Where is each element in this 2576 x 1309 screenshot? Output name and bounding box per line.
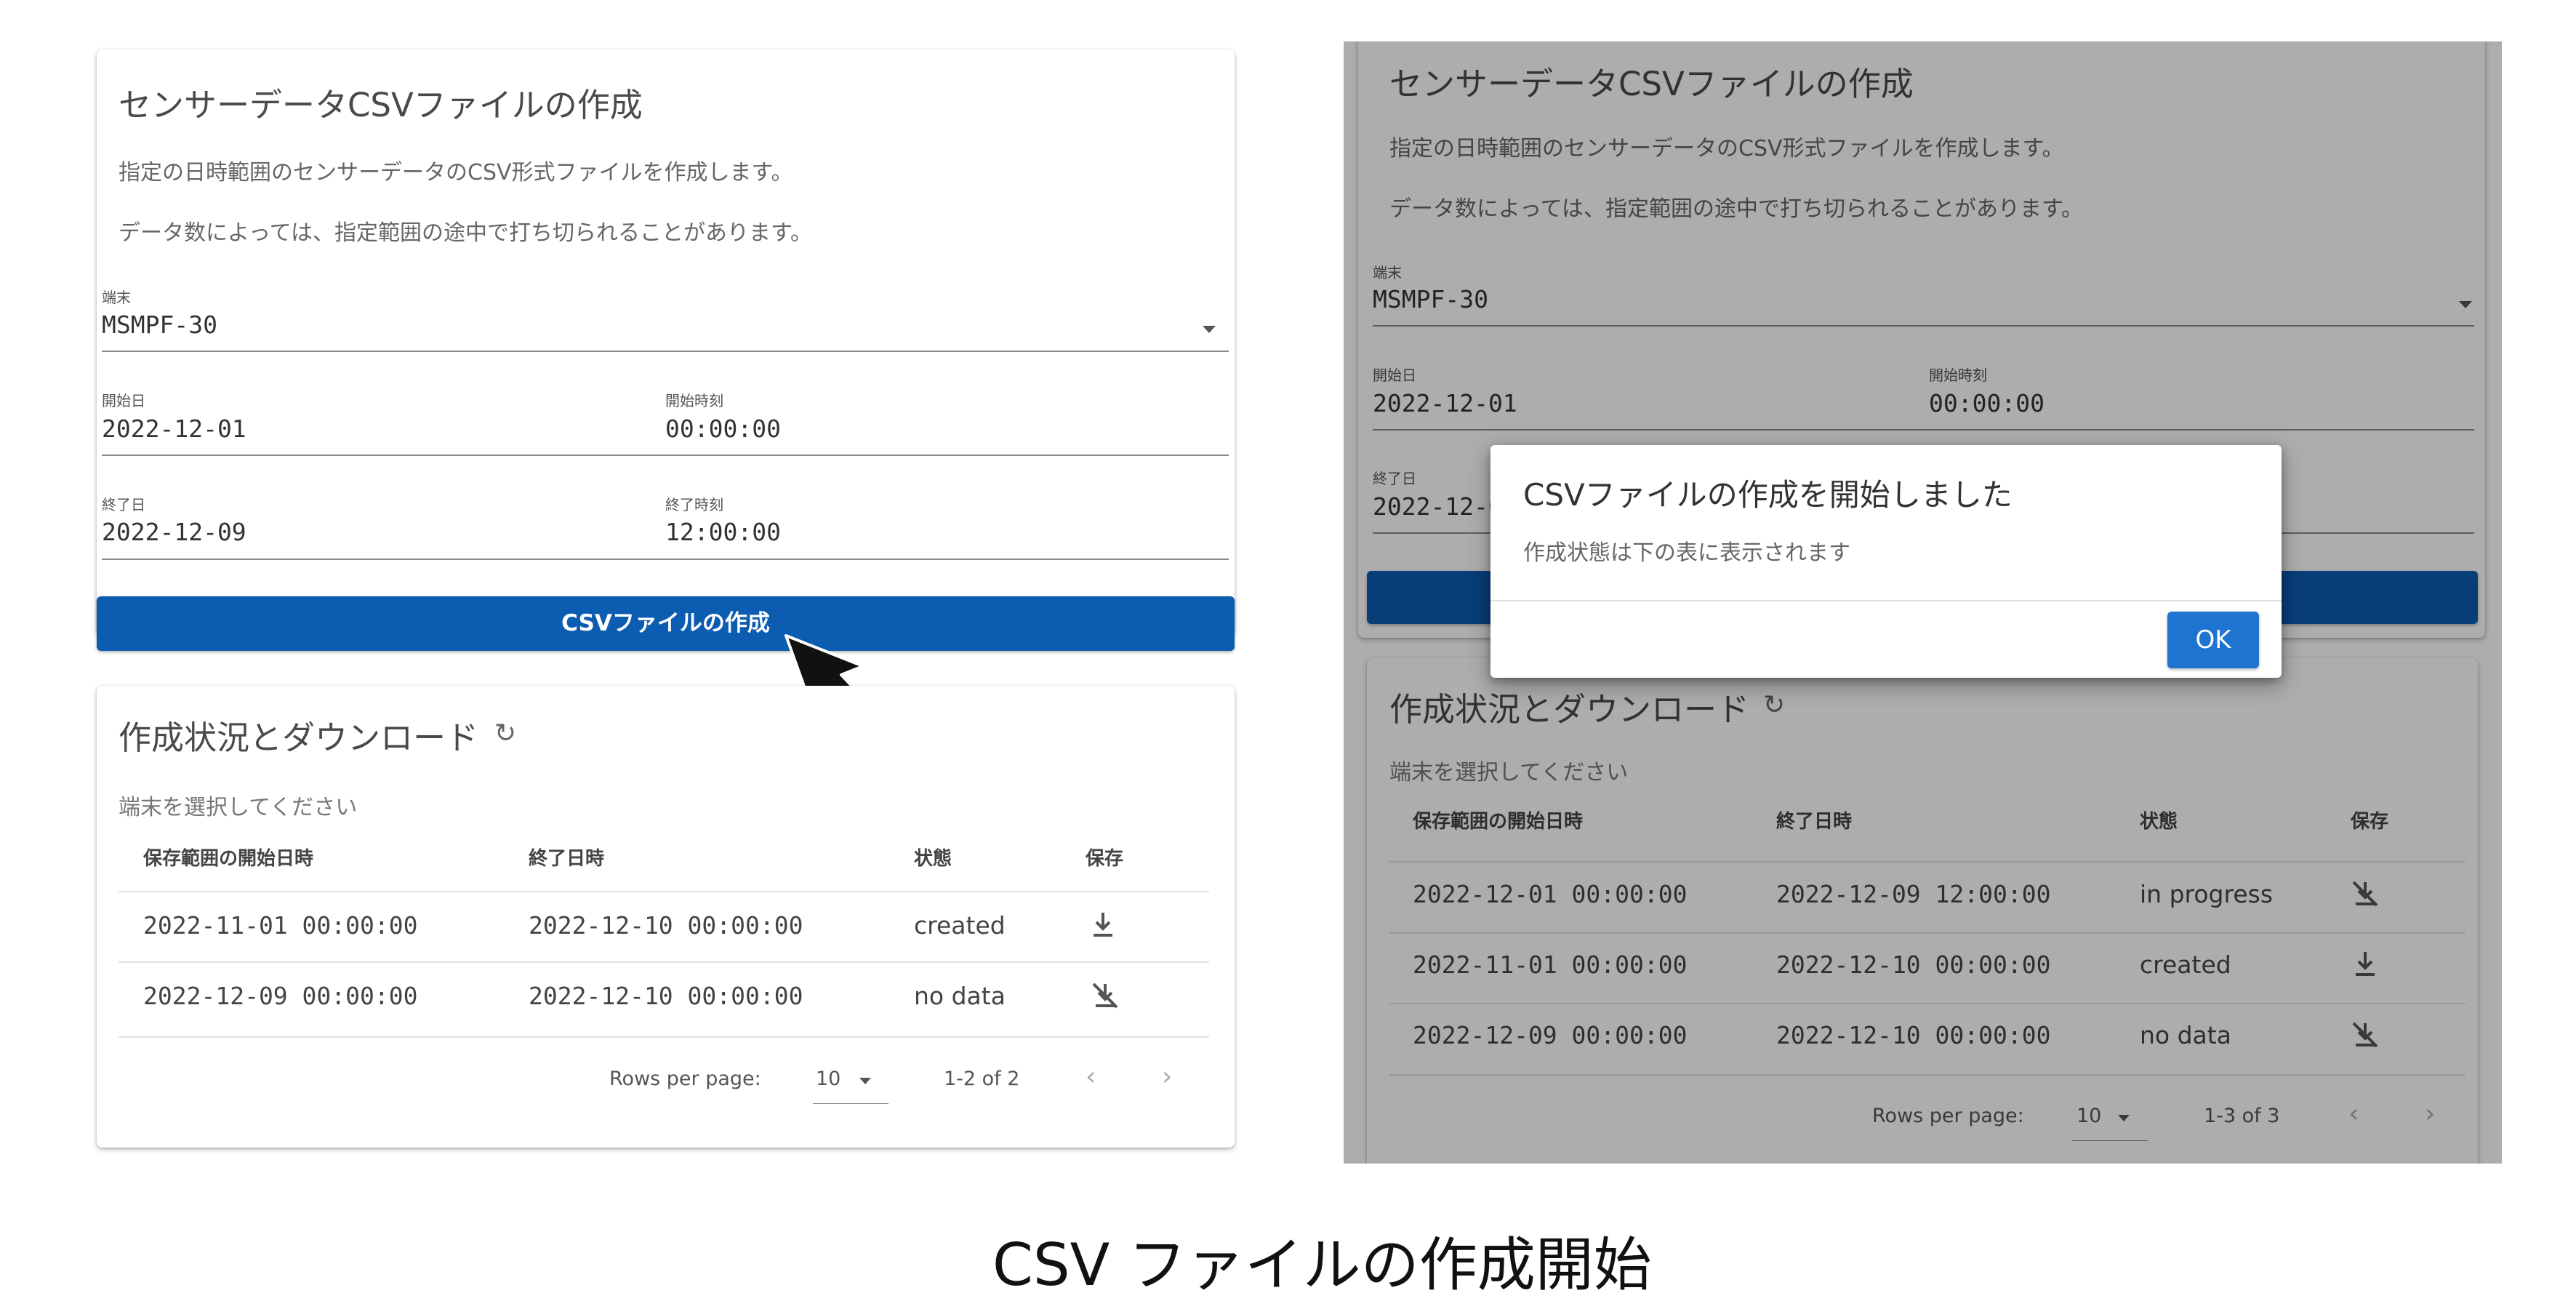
right-panel: センサーデータCSVファイルの作成 指定の日時範囲のセンサーデータのCSV形式フ… — [1344, 41, 2502, 1164]
start-date-field[interactable]: 2022-12-01 — [102, 415, 246, 443]
download-icon[interactable] — [1091, 910, 1115, 940]
start-date-label: 開始日 — [102, 392, 145, 409]
rows-per-page-select[interactable]: 10 — [816, 1068, 840, 1090]
header-divider — [119, 891, 1209, 892]
left-panel: センサーデータCSVファイルの作成 指定の日時範囲のセンサーデータのCSV形式フ… — [0, 0, 1280, 1178]
end-date-field[interactable]: 2022-12-09 — [102, 518, 246, 546]
device-select-underline — [102, 351, 1229, 352]
end-time-field[interactable]: 12:00:00 — [665, 518, 781, 546]
start-time-field[interactable]: 00:00:00 — [665, 415, 781, 443]
row1-start: 2022-11-01 00:00:00 — [143, 911, 418, 940]
next-page-icon[interactable]: › — [1162, 1062, 1172, 1092]
form-desc-1: 指定の日時範囲のセンサーデータのCSV形式ファイルを作成します。 — [119, 160, 793, 185]
figure-caption: CSV ファイルの作成開始 — [992, 1231, 1652, 1299]
row1-divider — [119, 961, 1209, 963]
rows-per-page-label: Rows per page: — [609, 1068, 761, 1090]
col-header-start: 保存範囲の開始日時 — [143, 848, 314, 870]
status-title: 作成状況とダウンロード — [119, 718, 479, 757]
rows-per-page-dropdown-icon[interactable] — [859, 1078, 871, 1084]
end-date-label: 終了日 — [102, 496, 145, 513]
prev-page-icon[interactable]: ‹ — [1086, 1062, 1096, 1092]
col-header-end: 終了日時 — [529, 848, 605, 870]
dialog-message: 作成状態は下の表に表示されます — [1523, 540, 1850, 566]
end-time-label: 終了時刻 — [665, 496, 723, 513]
csv-form-card — [97, 49, 1235, 635]
select-device-hint: 端末を選択してください — [119, 795, 358, 820]
form-title: センサーデータCSVファイルの作成 — [119, 86, 643, 124]
refresh-icon[interactable]: ↻ — [494, 718, 516, 748]
col-header-save: 保存 — [1086, 848, 1124, 870]
row1-end: 2022-12-10 00:00:00 — [529, 911, 803, 940]
start-underline — [102, 455, 1229, 456]
device-dropdown-icon[interactable] — [1203, 326, 1216, 333]
ok-button[interactable]: OK — [2167, 612, 2259, 668]
row2-divider — [119, 1036, 1209, 1038]
download-off-icon — [1092, 982, 1118, 1009]
create-csv-button[interactable]: CSVファイルの作成 — [97, 596, 1235, 651]
start-time-label: 開始時刻 — [665, 392, 723, 409]
col-header-state: 状態 — [914, 848, 952, 870]
pagination-range: 1-2 of 2 — [944, 1068, 1020, 1090]
row2-end: 2022-12-10 00:00:00 — [529, 982, 803, 1010]
dialog-divider — [1490, 600, 2282, 601]
form-desc-2: データ数によっては、指定範囲の途中で打ち切られることがあります。 — [119, 220, 812, 246]
dialog-title: CSVファイルの作成を開始しました — [1523, 477, 2013, 513]
rows-per-page-underline — [813, 1103, 888, 1104]
row1-state: created — [914, 911, 1006, 940]
device-select-value[interactable]: MSMPF-30 — [102, 311, 217, 339]
row2-state: no data — [914, 982, 1006, 1010]
row2-start: 2022-12-09 00:00:00 — [143, 982, 418, 1010]
device-label: 端末 — [102, 289, 131, 306]
end-underline — [102, 559, 1229, 560]
